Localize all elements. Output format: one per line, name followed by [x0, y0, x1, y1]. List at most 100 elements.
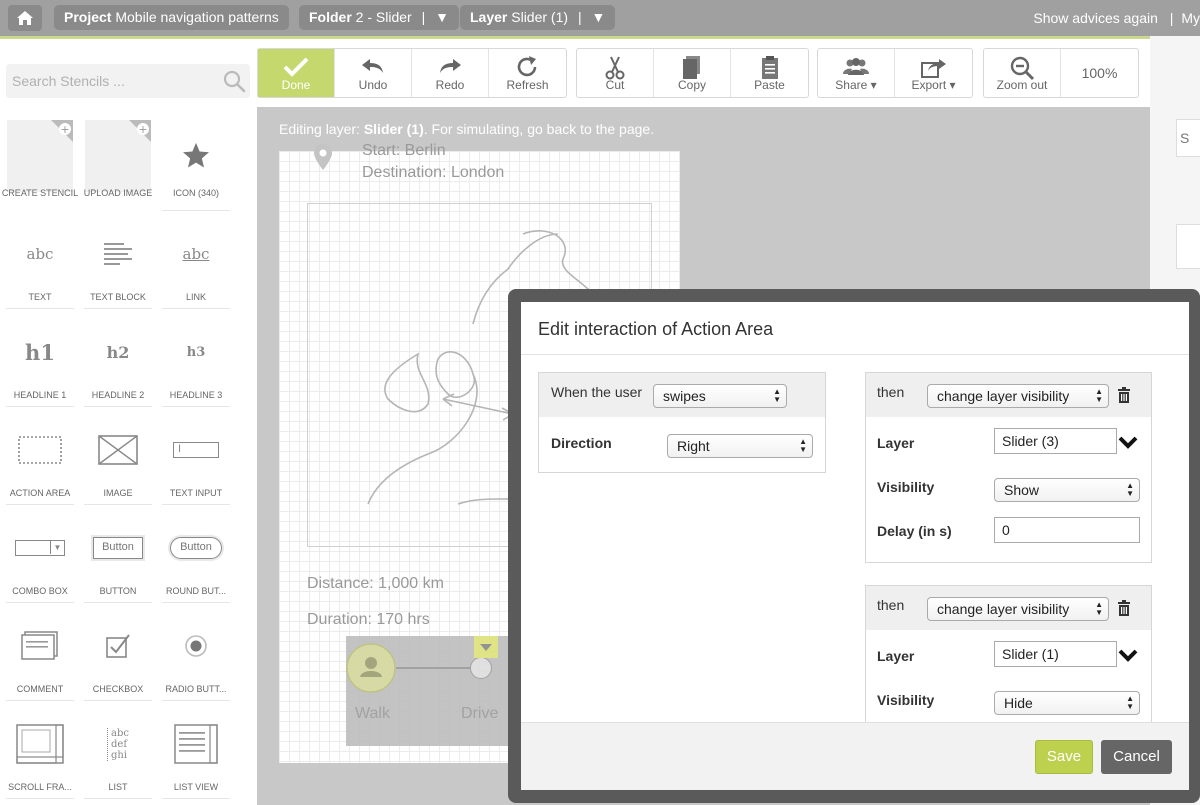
- trash-icon[interactable]: [1117, 387, 1131, 403]
- round-button-icon: Button: [162, 522, 230, 574]
- my-menu-link[interactable]: My: [1181, 10, 1200, 26]
- stencil-link[interactable]: abc LINK: [162, 228, 230, 309]
- copy-button[interactable]: Copy: [654, 49, 731, 97]
- done-button[interactable]: Done: [258, 49, 335, 97]
- chevron-down-icon[interactable]: ▼: [591, 9, 605, 25]
- layer-field[interactable]: Slider (3): [994, 428, 1117, 454]
- editing-suffix: . For simulating, go back to the page.: [423, 121, 655, 137]
- drive-label: Drive: [461, 705, 499, 722]
- stencil-image[interactable]: IMAGE: [84, 424, 152, 505]
- stencil-label: BUTTON: [99, 586, 137, 596]
- visibility-label: Visibility: [877, 479, 935, 495]
- stencil-action-area[interactable]: ACTION AREA: [6, 424, 74, 505]
- visibility-value: Show: [1004, 482, 1040, 498]
- refresh-button[interactable]: Refresh: [489, 49, 566, 97]
- search-icon[interactable]: [222, 69, 246, 93]
- upload-image-icon: +: [84, 120, 152, 192]
- stencil-headline-3[interactable]: h3 HEADLINE 3: [162, 326, 230, 407]
- combo-arrow-glyph: ▼: [50, 541, 64, 554]
- gesture-select[interactable]: swipes ▲ ▼: [653, 384, 787, 408]
- action-type-select[interactable]: change layer visibility ▲ ▼: [927, 384, 1109, 408]
- visibility-select[interactable]: Show ▲ ▼: [994, 478, 1140, 502]
- stencil-label: HEADLINE 2: [91, 390, 145, 400]
- delay-input[interactable]: 0: [994, 517, 1140, 543]
- stencil-list-view[interactable]: LIST VIEW: [162, 718, 230, 799]
- layer-field[interactable]: Slider (1): [994, 641, 1117, 667]
- breadcrumb-project[interactable]: Project Mobile navigation patterns: [54, 5, 289, 30]
- stencil-list[interactable]: abc def ghi LIST: [84, 718, 152, 799]
- zoom-level[interactable]: 100%: [1061, 49, 1138, 97]
- stencil-checkbox[interactable]: CHECKBOX: [84, 620, 152, 701]
- stencil-comment[interactable]: COMMENT: [6, 620, 74, 701]
- dialog-footer: Save Cancel: [521, 722, 1189, 790]
- breadcrumb-layer[interactable]: Layer Slider (1) | ▼: [460, 5, 616, 30]
- stencil-divider: [162, 308, 230, 309]
- direction-select[interactable]: Right ▲ ▼: [667, 434, 813, 458]
- top-right-menu: Show advices again | My: [1033, 0, 1200, 36]
- stencil-label: SCROLL FRA...: [8, 782, 72, 792]
- stencil-button[interactable]: Button BUTTON: [84, 522, 152, 603]
- breadcrumb-layer-name: Slider (1): [511, 9, 569, 25]
- stencil-text[interactable]: abc TEXT: [6, 228, 74, 309]
- location-pin-icon: [314, 144, 332, 170]
- slider-layer[interactable]: Walk Drive: [346, 636, 526, 746]
- chevron-down-icon[interactable]: [1118, 648, 1138, 662]
- walk-label: Walk: [355, 705, 390, 722]
- stencil-divider: [162, 406, 230, 407]
- select-arrows-icon: ▲ ▼: [773, 387, 781, 404]
- create-stencil-icon: +: [6, 120, 74, 192]
- paste-button[interactable]: Paste: [731, 49, 808, 97]
- stencil-upload-image[interactable]: + UPLOAD IMAGE: [84, 120, 152, 205]
- chevron-down-icon: ▾: [870, 78, 877, 92]
- toolbar-zoom-group: Zoom out 100%: [983, 48, 1139, 98]
- redo-button[interactable]: Redo: [412, 49, 489, 97]
- trash-icon[interactable]: [1117, 600, 1131, 616]
- stencil-combo-box[interactable]: ▼ COMBO BOX: [6, 522, 74, 603]
- visibility-select[interactable]: Hide ▲ ▼: [994, 691, 1140, 715]
- undo-label: Undo: [358, 78, 388, 92]
- cancel-button[interactable]: Cancel: [1101, 740, 1172, 774]
- stencil-create-stencil[interactable]: + CREATE STENCIL: [2, 120, 78, 205]
- link-icon: abc: [162, 228, 230, 280]
- chevron-down-icon[interactable]: ▼: [435, 9, 449, 25]
- stencil-round-button[interactable]: Button ROUND BUT...: [162, 522, 230, 603]
- chevron-down-icon[interactable]: [1118, 435, 1138, 449]
- stencil-panel: Search Stencils ... + CREATE STENCIL + U…: [0, 40, 257, 805]
- link-glyph: abc: [182, 245, 210, 263]
- export-label: Export: [911, 78, 947, 92]
- stencil-headline-2[interactable]: h2 HEADLINE 2: [84, 326, 152, 407]
- slider-handle[interactable]: [474, 636, 498, 658]
- properties-checkbox-row[interactable]: [1176, 224, 1200, 269]
- share-button[interactable]: Share ▾: [818, 49, 895, 97]
- cut-button[interactable]: Cut: [577, 49, 654, 97]
- save-button[interactable]: Save: [1035, 740, 1093, 774]
- action-type-select[interactable]: change layer visibility ▲ ▼: [927, 597, 1109, 621]
- home-button[interactable]: [8, 5, 42, 31]
- then-label: then: [877, 597, 905, 613]
- stencil-search-input[interactable]: Search Stencils ...: [6, 64, 250, 98]
- stencil-scroll-frame[interactable]: SCROLL FRA...: [6, 718, 74, 799]
- walk-knob[interactable]: [346, 636, 396, 693]
- show-advices-link[interactable]: Show advices again: [1033, 10, 1158, 26]
- stencil-radio-button[interactable]: RADIO BUTT...: [162, 620, 230, 701]
- stencil-headline-1[interactable]: h1 HEADLINE 1: [6, 326, 74, 407]
- headline1-icon: h1: [6, 326, 74, 378]
- text-icon: abc: [6, 228, 74, 280]
- drive-knob[interactable]: [470, 657, 492, 679]
- stencil-text-input[interactable]: I TEXT INPUT: [162, 424, 230, 505]
- breadcrumb-folder[interactable]: Folder 2 - Slider | ▼: [299, 5, 459, 30]
- redo-label: Redo: [435, 78, 465, 92]
- slider-track: [396, 667, 481, 669]
- undo-button[interactable]: Undo: [335, 49, 412, 97]
- stencil-icon[interactable]: ICON (340): [162, 130, 230, 211]
- export-button[interactable]: Export ▾: [895, 49, 972, 97]
- combo-box-icon: ▼: [6, 522, 74, 574]
- zoom-out-button[interactable]: Zoom out: [984, 49, 1061, 97]
- share-label: Share: [835, 78, 868, 92]
- toolbar-clipboard-group: Cut Copy Paste: [576, 48, 809, 98]
- properties-tab[interactable]: S: [1176, 119, 1200, 157]
- select-arrows-icon: ▲ ▼: [1095, 387, 1103, 404]
- zoom-out-label: Zoom out: [996, 78, 1048, 92]
- list-glyph-line: ghi: [111, 749, 128, 761]
- stencil-text-block[interactable]: TEXT BLOCK: [84, 228, 152, 309]
